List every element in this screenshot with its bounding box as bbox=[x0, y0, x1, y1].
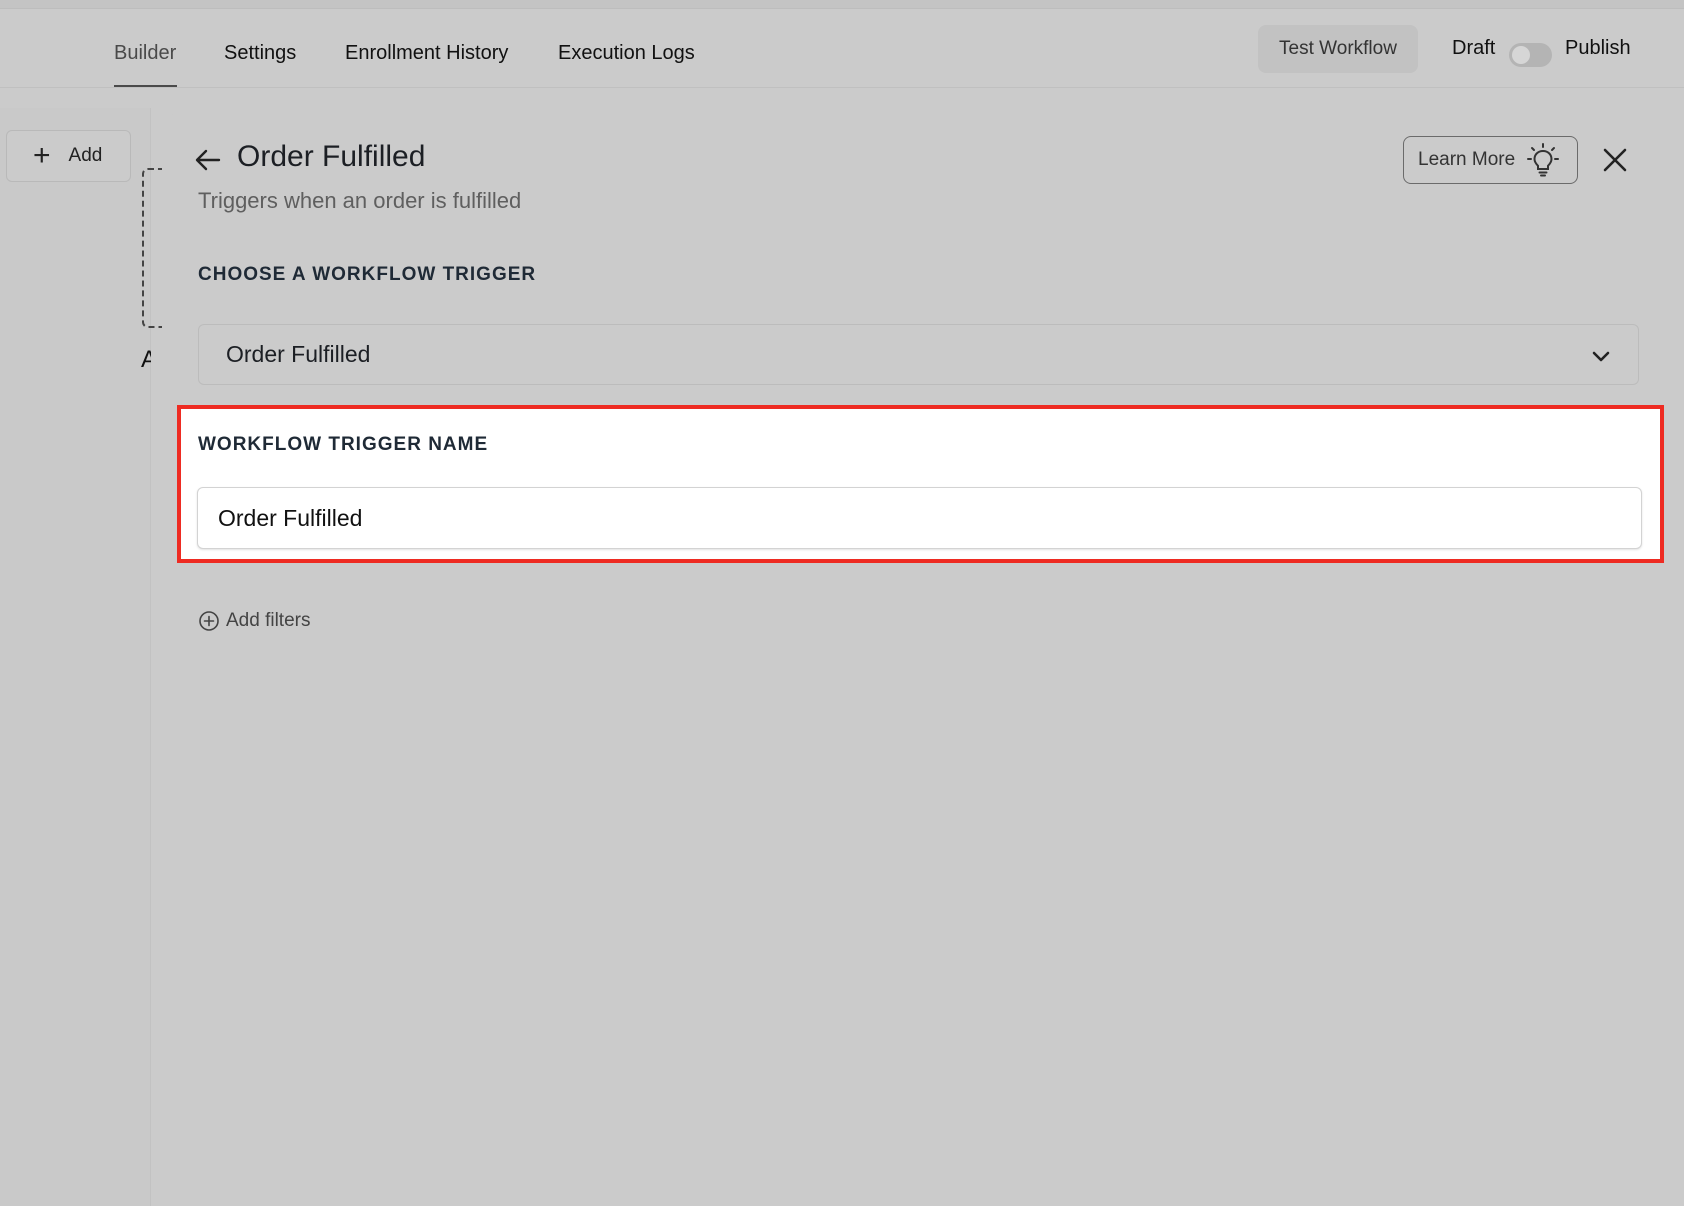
trigger-node-placeholder[interactable] bbox=[142, 168, 162, 328]
draft-label: Draft bbox=[1452, 37, 1496, 59]
lightbulb-icon bbox=[1527, 143, 1560, 177]
panel-title: Order Fulfilled bbox=[237, 140, 426, 173]
chevron-down-icon bbox=[1592, 351, 1610, 362]
add-step-label: Add bbox=[68, 145, 103, 166]
tab-execution-logs[interactable]: Execution Logs bbox=[558, 42, 695, 65]
tab-settings[interactable]: Settings bbox=[224, 42, 296, 65]
add-filters-button[interactable]: Add filters bbox=[198, 610, 310, 632]
trigger-name-heading: WORKFLOW TRIGGER NAME bbox=[198, 434, 489, 455]
trigger-name-highlight: WORKFLOW TRIGGER NAME bbox=[177, 405, 1664, 563]
active-tab-indicator bbox=[114, 85, 177, 87]
workflow-canvas: + Add A bbox=[0, 108, 162, 1206]
panel-subtitle: Triggers when an order is fulfilled bbox=[198, 188, 522, 213]
add-filters-label: Add filters bbox=[226, 610, 311, 631]
top-navigation-bar: Builder Settings Enrollment History Exec… bbox=[0, 9, 1684, 88]
plus-circle-icon bbox=[199, 611, 219, 631]
tab-builder[interactable]: Builder bbox=[114, 42, 176, 65]
trigger-select-value: Order Fulfilled bbox=[226, 341, 371, 367]
trigger-config-panel: Order Fulfilled Triggers when an order i… bbox=[171, 108, 1664, 1206]
publish-label: Publish bbox=[1565, 37, 1631, 59]
toggle-knob bbox=[1512, 46, 1530, 64]
choose-trigger-heading: CHOOSE A WORKFLOW TRIGGER bbox=[198, 264, 537, 285]
node-label-fragment: A bbox=[141, 346, 151, 373]
test-workflow-button[interactable]: Test Workflow bbox=[1258, 25, 1418, 73]
tab-enrollment-history[interactable]: Enrollment History bbox=[345, 42, 508, 65]
add-step-button[interactable]: + Add bbox=[6, 130, 131, 182]
plus-icon: + bbox=[33, 139, 51, 172]
learn-more-label: Learn More bbox=[1418, 149, 1516, 170]
close-icon[interactable] bbox=[1601, 146, 1629, 174]
learn-more-button[interactable]: Learn More bbox=[1403, 136, 1578, 184]
trigger-select[interactable]: Order Fulfilled bbox=[198, 324, 1639, 385]
publish-toggle[interactable] bbox=[1509, 43, 1552, 67]
trigger-name-input[interactable] bbox=[197, 487, 1642, 549]
window-top-edge bbox=[0, 0, 1684, 9]
back-arrow-icon[interactable] bbox=[193, 145, 223, 175]
